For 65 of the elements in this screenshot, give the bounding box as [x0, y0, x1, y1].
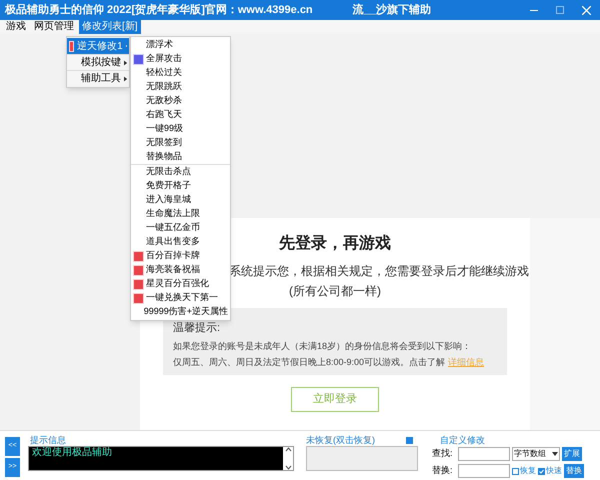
replace-button[interactable]: 替换	[564, 464, 584, 478]
submenu-item[interactable]: 一键99级	[131, 122, 230, 136]
find-label: 查找:	[432, 447, 454, 460]
submenu-item[interactable]: 百分百掉卡牌	[131, 249, 230, 263]
submenu-item[interactable]: 99999伤害+逆天属性	[131, 305, 230, 319]
checkbox-label: 恢复	[520, 465, 536, 477]
tip-text: 如果您登录的账号是未成年人（未满18岁）的身份信息将会受到以下影响：	[173, 340, 472, 352]
maximize-icon[interactable]	[556, 6, 564, 14]
submenu-item[interactable]: 无限击杀点	[131, 165, 230, 179]
submenu-item[interactable]: 替换物品	[131, 150, 230, 164]
info-text: 欢迎使用极品辅助	[31, 447, 113, 460]
new-tag-icon	[133, 264, 144, 276]
refresh-icon[interactable]	[405, 436, 414, 445]
shield-tag-icon	[133, 54, 144, 64]
find-field[interactable]	[458, 447, 510, 461]
scroll-down-icon[interactable]	[284, 465, 292, 470]
submenu-item[interactable]: 进入海皇城	[131, 193, 230, 207]
menu-item[interactable]: 辅助工具	[67, 70, 129, 86]
submenu-item[interactable]: 轻松过关	[131, 66, 230, 80]
custom-modify-label: 自定义修改	[440, 435, 486, 446]
menu-bar-item[interactable]: 修改列表[新]	[79, 20, 141, 34]
login-heading: 先登录，再游戏	[279, 234, 391, 254]
submenu-item[interactable]: 道具出售变多	[131, 235, 230, 249]
info-textarea[interactable]: 欢迎使用极品辅助	[28, 446, 294, 471]
submenu-item[interactable]: 免费开格子	[131, 179, 230, 193]
replace-field[interactable]	[458, 464, 510, 478]
new-tag-icon	[133, 250, 144, 262]
checkbox[interactable]	[538, 468, 545, 474]
type-select[interactable]: 字节数组	[512, 447, 560, 461]
new-tag-icon	[133, 278, 144, 290]
window-subtitle: 流__沙旗下辅助	[352, 2, 431, 18]
submenu-item[interactable]: 海亮装备祝福	[131, 263, 230, 277]
notice-subtext: (所有公司都一样)	[289, 283, 381, 300]
close-icon[interactable]	[582, 6, 591, 14]
scroll-up-icon[interactable]	[284, 447, 292, 452]
new-tag-icon	[69, 40, 74, 52]
dropdown-caret-icon	[552, 452, 558, 456]
submenu-item[interactable]: 无限签到	[131, 136, 230, 150]
checkbox[interactable]	[512, 468, 519, 474]
menu-item[interactable]: 逆天修改1	[67, 38, 129, 54]
notice-text: 系统提示您，根据相关规定，您需要登录后才能继续游戏	[229, 263, 529, 280]
checkbox-label: 快速	[546, 465, 562, 477]
window-title: 极品辅助勇士的信仰 2022[贺虎年豪华版]官网：www.4399e.cn	[5, 2, 313, 18]
submenu-arrow-icon	[124, 60, 127, 66]
info-label: 提示信息	[30, 435, 67, 446]
submenu-item[interactable]: 星灵百分百强化	[131, 277, 230, 291]
tip-title: 温馨提示:	[173, 321, 222, 336]
menu-bar-item[interactable]: 游戏	[3, 20, 29, 34]
menu-bar-item[interactable]: 网页管理	[31, 20, 77, 34]
submenu-item[interactable]: 一键兑换天下第一	[131, 291, 230, 305]
submenu-item[interactable]: 无限跳跃	[131, 80, 230, 94]
scrollbar[interactable]	[283, 447, 293, 470]
tip-text: 仅周五、周六、周日及法定节假日晚上8:00-9:00可以游戏。点击了解	[173, 356, 446, 369]
restore-label: 未恢复(双击恢复)	[306, 435, 375, 446]
submenu-item[interactable]: 生命魔法上限	[131, 207, 230, 221]
menu-item[interactable]: 模拟按键	[67, 54, 129, 70]
submenu-item[interactable]: 右跑飞天	[131, 108, 230, 122]
submenu-item[interactable]: 无敌秒杀	[131, 94, 230, 108]
submenu-item[interactable]: 漂浮术	[131, 38, 230, 52]
submenu-arrow-icon	[124, 76, 127, 82]
new-tag-icon	[133, 292, 144, 304]
submenu-item[interactable]: 全屏攻击	[131, 52, 230, 66]
submenu-item[interactable]: 一键五亿金币	[131, 221, 230, 235]
extend-button[interactable]: 扩展	[562, 447, 582, 461]
replace-label: 替换:	[432, 464, 454, 478]
